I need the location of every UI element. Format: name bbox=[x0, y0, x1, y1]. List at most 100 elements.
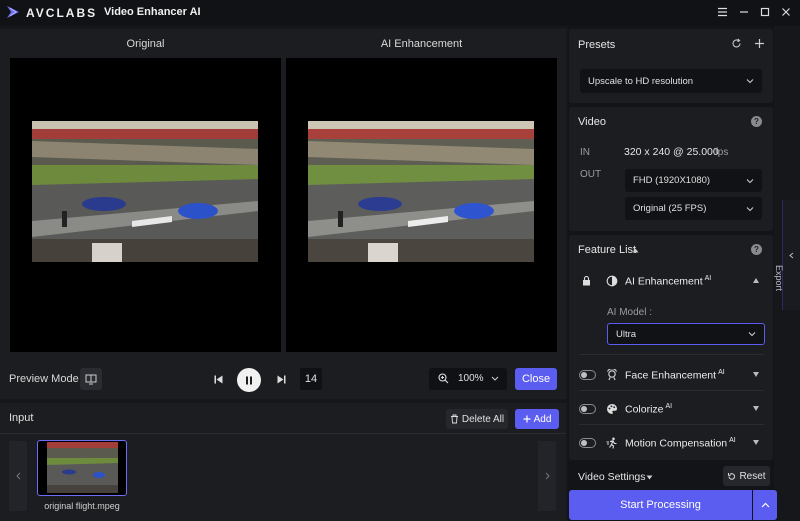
resolution-value: FHD (1920X1080) bbox=[633, 175, 711, 186]
ai-model-value: Ultra bbox=[616, 328, 637, 340]
playback-controls: Preview Mode 14 100% Close bbox=[0, 360, 566, 399]
zoom-value: 100% bbox=[458, 373, 484, 384]
video-in-label: IN bbox=[580, 147, 590, 158]
chevron-up-icon bbox=[761, 502, 769, 508]
expand-caret-icon[interactable] bbox=[753, 440, 759, 445]
feature-ai-enhancement[interactable]: AI Enhancement AI bbox=[569, 266, 773, 296]
feature-motion-compensation[interactable]: Motion Compensation AI bbox=[569, 428, 773, 458]
original-label: Original bbox=[126, 38, 165, 50]
motion-compensation-toggle[interactable] bbox=[579, 438, 596, 448]
file-thumbnail[interactable] bbox=[37, 440, 127, 496]
scroll-left-button[interactable] bbox=[9, 441, 27, 511]
row-divider bbox=[579, 424, 764, 425]
face-icon bbox=[607, 369, 617, 381]
settings-sidebar: Presets Upscale to HD resolution Video ?… bbox=[568, 26, 777, 521]
chevron-down-icon bbox=[746, 178, 754, 183]
chevron-left-icon bbox=[789, 252, 794, 259]
input-panel: Input Delete All Add original flight.mpe… bbox=[0, 403, 566, 521]
ai-model-select[interactable]: Ultra bbox=[607, 323, 765, 345]
add-file-button[interactable]: Add bbox=[515, 409, 559, 429]
ai-model-label: AI Model : bbox=[607, 307, 653, 318]
video-in-value: 320 x 240 @ 25.000 bbox=[624, 146, 719, 158]
enhanced-video bbox=[286, 58, 557, 352]
maximize-icon[interactable] bbox=[758, 5, 772, 19]
video-settings-caret-icon[interactable] bbox=[646, 475, 653, 480]
brand-name: AVCLABS bbox=[26, 6, 98, 20]
avclabs-logo-icon bbox=[7, 6, 19, 18]
skip-back-icon bbox=[214, 375, 222, 383]
video-title: Video bbox=[578, 116, 606, 128]
expanded-caret-icon[interactable] bbox=[753, 278, 759, 283]
expand-caret-icon[interactable] bbox=[753, 372, 759, 377]
input-divider bbox=[0, 433, 566, 434]
next-frame-button[interactable] bbox=[274, 372, 288, 386]
colorize-toggle[interactable] bbox=[579, 404, 596, 414]
expand-caret-icon[interactable] bbox=[753, 406, 759, 411]
delete-all-button[interactable]: Delete All bbox=[446, 409, 508, 429]
pause-button[interactable] bbox=[237, 368, 261, 392]
preview-mode-label: Preview Mode bbox=[9, 373, 79, 385]
chevron-right-icon bbox=[545, 472, 550, 480]
start-processing-button[interactable]: Start Processing bbox=[569, 490, 752, 520]
reset-label: Reset bbox=[739, 470, 766, 482]
face-enhancement-toggle[interactable] bbox=[579, 370, 596, 380]
resolution-select[interactable]: FHD (1920X1080) bbox=[625, 169, 762, 192]
zoom-selector[interactable]: 100% bbox=[429, 368, 507, 390]
export-label: Export bbox=[774, 265, 784, 292]
feature-face-enhancement[interactable]: Face Enhancement AI bbox=[569, 360, 773, 390]
chevron-down-icon bbox=[748, 332, 756, 337]
delete-all-label: Delete All bbox=[461, 413, 505, 425]
reset-button[interactable]: Reset bbox=[723, 466, 770, 486]
presets-card: Presets Upscale to HD resolution bbox=[569, 29, 773, 103]
reset-icon bbox=[728, 472, 736, 480]
feature-label: Face Enhancement AI bbox=[625, 369, 725, 382]
preset-select[interactable]: Upscale to HD resolution bbox=[580, 69, 762, 93]
feature-colorize[interactable]: Colorize AI bbox=[569, 394, 773, 424]
plus-icon bbox=[523, 415, 531, 423]
ai-enhancement-label: AI Enhancement bbox=[380, 38, 463, 50]
split-view-icon bbox=[85, 374, 97, 384]
previous-frame-button[interactable] bbox=[211, 372, 225, 386]
app-title: Video Enhancer AI bbox=[104, 6, 201, 18]
running-person-icon bbox=[606, 437, 617, 449]
feature-list-title: Feature List bbox=[578, 244, 637, 256]
add-preset-icon[interactable] bbox=[754, 38, 765, 49]
pause-icon bbox=[246, 376, 252, 384]
feature-help-icon[interactable]: ? bbox=[751, 244, 762, 255]
feature-list-card: Feature List ? AI Enhancement AI AI Model… bbox=[569, 235, 773, 460]
trash-icon bbox=[450, 414, 458, 424]
palette-icon bbox=[607, 404, 617, 414]
video-help-icon[interactable]: ? bbox=[751, 116, 762, 127]
collapse-caret-icon[interactable] bbox=[632, 248, 639, 253]
video-settings-title: Video Settings bbox=[578, 471, 646, 483]
original-video bbox=[10, 58, 281, 352]
contrast-icon bbox=[606, 275, 618, 287]
preset-value: Upscale to HD resolution bbox=[588, 75, 694, 87]
preview-mode-button[interactable] bbox=[80, 368, 102, 390]
skip-forward-icon bbox=[277, 375, 285, 383]
app-window: AVCLABS Video Enhancer AI Original AI En… bbox=[0, 0, 800, 521]
close-preview-button[interactable]: Close bbox=[515, 368, 557, 390]
video-out-label: OUT bbox=[580, 169, 602, 180]
feature-label: Motion Compensation AI bbox=[625, 437, 736, 450]
add-label: Add bbox=[533, 413, 552, 425]
start-options-button[interactable] bbox=[753, 490, 777, 520]
chevron-left-icon bbox=[15, 472, 20, 480]
thumbnail-image bbox=[47, 442, 118, 493]
feature-label: Colorize AI bbox=[625, 403, 673, 416]
zoom-icon bbox=[438, 373, 449, 384]
frame-number[interactable]: 14 bbox=[300, 368, 322, 390]
original-frame-image bbox=[32, 121, 258, 262]
close-window-icon[interactable] bbox=[779, 5, 793, 19]
minimize-icon[interactable] bbox=[737, 5, 751, 19]
frame-rate-select[interactable]: Original (25 FPS) bbox=[625, 197, 762, 220]
video-settings-bar: Video Settings Reset bbox=[569, 464, 773, 492]
frame-rate-value: Original (25 FPS) bbox=[633, 203, 707, 214]
enhanced-frame-image bbox=[308, 121, 534, 262]
scroll-right-button[interactable] bbox=[538, 441, 556, 511]
menu-icon[interactable] bbox=[715, 5, 729, 19]
input-title: Input bbox=[9, 412, 34, 424]
row-divider bbox=[579, 390, 764, 391]
chevron-down-icon bbox=[491, 376, 499, 381]
refresh-icon[interactable] bbox=[731, 38, 742, 49]
